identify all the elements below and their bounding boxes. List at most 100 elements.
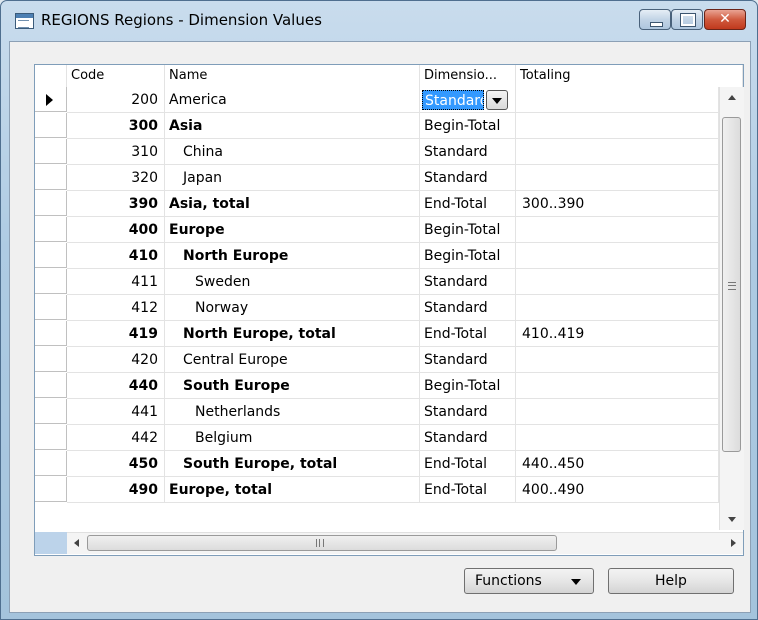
- functions-menu-button[interactable]: Functions: [464, 568, 594, 594]
- cell-totaling[interactable]: [516, 113, 719, 139]
- table-row[interactable]: 419 North Europe, total End-Total 410..419: [35, 321, 719, 347]
- title-bar[interactable]: REGIONS Regions - Dimension Values ✕: [1, 1, 757, 41]
- cell-code[interactable]: 411: [67, 269, 165, 295]
- cell-name[interactable]: Netherlands: [165, 399, 420, 425]
- cell-dimension-value-type[interactable]: Standard: [420, 269, 516, 295]
- cell-dimension-value-type[interactable]: Standard: [420, 399, 516, 425]
- help-button[interactable]: Help: [608, 568, 734, 594]
- cell-code[interactable]: 410: [67, 243, 165, 269]
- cell-name[interactable]: Europe, total: [165, 477, 420, 503]
- cell-dimension-value-type[interactable]: Standard: [420, 295, 516, 321]
- cell-code[interactable]: 419: [67, 321, 165, 347]
- cell-code[interactable]: 490: [67, 477, 165, 503]
- cell-name[interactable]: Asia, total: [165, 191, 420, 217]
- cell-dimension-value-type[interactable]: Standard: [420, 347, 516, 373]
- cell-totaling[interactable]: [516, 399, 719, 425]
- cell-name[interactable]: South Europe: [165, 373, 420, 399]
- cell-dimension-value-type[interactable]: End-Total: [420, 191, 516, 217]
- cell-name[interactable]: North Europe: [165, 243, 420, 269]
- cell-code[interactable]: 310: [67, 139, 165, 165]
- cell-name[interactable]: Sweden: [165, 269, 420, 295]
- column-header-name[interactable]: Name: [165, 65, 420, 87]
- table-row[interactable]: 440 South Europe Begin-Total: [35, 373, 719, 399]
- cell-totaling[interactable]: [516, 269, 719, 295]
- cell-totaling[interactable]: 410..419: [516, 321, 719, 347]
- row-selector[interactable]: [35, 451, 67, 476]
- horizontal-scrollbar[interactable]: [67, 532, 743, 554]
- vertical-scrollbar[interactable]: [719, 87, 744, 530]
- cell-dimension-value-type[interactable]: End-Total: [420, 477, 516, 503]
- scroll-left-arrow-icon[interactable]: [67, 533, 87, 554]
- table-row[interactable]: 490 Europe, total End-Total 400..490: [35, 477, 719, 503]
- cell-totaling[interactable]: 440..450: [516, 451, 719, 477]
- row-selector[interactable]: [35, 477, 67, 502]
- table-row[interactable]: 442 Belgium Standard: [35, 425, 719, 451]
- cell-code[interactable]: 450: [67, 451, 165, 477]
- cell-dimension-value-type[interactable]: Standard: [420, 425, 516, 451]
- cell-code[interactable]: 200: [67, 87, 165, 113]
- cell-dimension-value-type[interactable]: Standard: [420, 165, 516, 191]
- cell-dimension-value-type[interactable]: Standard: [420, 87, 516, 113]
- cell-dimension-value-type[interactable]: Begin-Total: [420, 217, 516, 243]
- table-row[interactable]: 411 Sweden Standard: [35, 269, 719, 295]
- table-row[interactable]: 412 Norway Standard: [35, 295, 719, 321]
- cell-code[interactable]: 412: [67, 295, 165, 321]
- close-button[interactable]: ✕: [704, 9, 746, 30]
- cell-totaling[interactable]: [516, 347, 719, 373]
- row-selector[interactable]: [35, 399, 67, 424]
- row-selector[interactable]: [35, 347, 67, 372]
- cell-name[interactable]: Norway: [165, 295, 420, 321]
- cell-name[interactable]: South Europe, total: [165, 451, 420, 477]
- cell-totaling[interactable]: [516, 217, 719, 243]
- cell-code[interactable]: 400: [67, 217, 165, 243]
- row-selector[interactable]: [35, 373, 67, 398]
- dropdown-chevron-icon[interactable]: [486, 90, 508, 110]
- cell-totaling[interactable]: 300..390: [516, 191, 719, 217]
- table-row[interactable]: 450 South Europe, total End-Total 440..450: [35, 451, 719, 477]
- cell-code[interactable]: 440: [67, 373, 165, 399]
- cell-dimension-value-type[interactable]: End-Total: [420, 321, 516, 347]
- cell-totaling[interactable]: [516, 425, 719, 451]
- cell-name[interactable]: Europe: [165, 217, 420, 243]
- table-row[interactable]: 400 Europe Begin-Total: [35, 217, 719, 243]
- row-selector[interactable]: [35, 295, 67, 320]
- vertical-scroll-thumb[interactable]: [722, 117, 741, 452]
- cell-totaling[interactable]: 400..490: [516, 477, 719, 503]
- horizontal-scroll-thumb[interactable]: [87, 535, 557, 551]
- cell-totaling[interactable]: [516, 373, 719, 399]
- table-row[interactable]: 420 Central Europe Standard: [35, 347, 719, 373]
- cell-name[interactable]: North Europe, total: [165, 321, 420, 347]
- cell-code[interactable]: 442: [67, 425, 165, 451]
- cell-dimension-value-type[interactable]: End-Total: [420, 451, 516, 477]
- cell-code[interactable]: 420: [67, 347, 165, 373]
- cell-name[interactable]: Central Europe: [165, 347, 420, 373]
- cell-totaling[interactable]: [516, 243, 719, 269]
- row-selector[interactable]: [35, 87, 67, 112]
- cell-totaling[interactable]: [516, 87, 719, 113]
- row-selector[interactable]: [35, 321, 67, 346]
- row-selector[interactable]: [35, 217, 67, 242]
- row-selector[interactable]: [35, 269, 67, 294]
- maximize-button[interactable]: [671, 9, 703, 30]
- scroll-right-arrow-icon[interactable]: [723, 533, 743, 554]
- dimension-type-editor[interactable]: Standard: [422, 90, 484, 110]
- row-selector[interactable]: [35, 139, 67, 164]
- cell-name[interactable]: America: [165, 87, 420, 113]
- cell-name[interactable]: Japan: [165, 165, 420, 191]
- row-selector[interactable]: [35, 165, 67, 190]
- minimize-button[interactable]: [639, 9, 671, 30]
- cell-dimension-value-type[interactable]: Standard: [420, 139, 516, 165]
- cell-totaling[interactable]: [516, 139, 719, 165]
- table-row[interactable]: 320 Japan Standard: [35, 165, 719, 191]
- cell-code[interactable]: 320: [67, 165, 165, 191]
- column-header-dimension-value-type[interactable]: Dimensio...: [420, 65, 516, 87]
- table-row[interactable]: 300 Asia Begin-Total: [35, 113, 719, 139]
- cell-code[interactable]: 441: [67, 399, 165, 425]
- cell-dimension-value-type[interactable]: Begin-Total: [420, 243, 516, 269]
- cell-code[interactable]: 300: [67, 113, 165, 139]
- table-row[interactable]: 390 Asia, total End-Total 300..390: [35, 191, 719, 217]
- row-selector[interactable]: [35, 243, 67, 268]
- row-selector[interactable]: [35, 425, 67, 450]
- cell-name[interactable]: Asia: [165, 113, 420, 139]
- table-row[interactable]: 310 China Standard: [35, 139, 719, 165]
